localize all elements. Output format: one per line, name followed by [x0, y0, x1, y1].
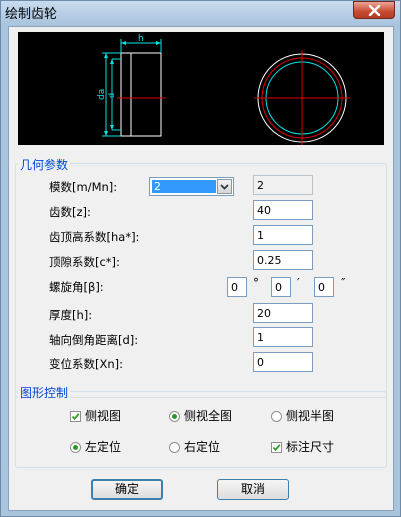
addendum-coef-input[interactable]: 1: [253, 225, 313, 245]
clearance-coef-label: 顶隙系数[c*]:: [49, 255, 120, 269]
shift-coef-label: 变位系数[Xn]:: [49, 357, 124, 371]
left-position-label: 左定位: [85, 440, 122, 454]
title-bar[interactable]: 绘制齿轮: [1, 1, 400, 25]
close-icon: [368, 5, 381, 16]
side-view-checkbox[interactable]: 侧视图: [70, 407, 121, 424]
teeth-label: 齿数[z]:: [49, 205, 91, 219]
cancel-button[interactable]: 取消: [217, 479, 289, 500]
dialog-window: 绘制齿轮 h da d 几何参数 模数[m/Mn]: 2 2 齿数[z]: 40…: [0, 0, 401, 517]
helix-deg-input[interactable]: 0: [227, 277, 247, 297]
checkbox-checked-icon: [271, 442, 282, 453]
thickness-input[interactable]: 20: [253, 303, 313, 323]
clearance-coef-input[interactable]: 0.25: [253, 250, 313, 270]
helix-sec-input[interactable]: 0: [314, 277, 334, 297]
degree-symbol: °: [253, 276, 259, 290]
left-position-radio[interactable]: 左定位: [70, 438, 121, 455]
show-dimensions-checkbox[interactable]: 标注尺寸: [271, 438, 334, 455]
module-select[interactable]: 2: [149, 177, 234, 196]
module-dropdown-button[interactable]: [217, 179, 232, 194]
radio-unselected-icon: [271, 411, 282, 422]
right-position-label: 右定位: [184, 440, 221, 454]
gear-preview: h da d: [18, 32, 384, 146]
radio-selected-icon: [169, 411, 180, 422]
side-half-radio[interactable]: 侧视半图: [271, 407, 334, 424]
module-select-value: 2: [152, 180, 216, 193]
radio-unselected-icon: [169, 442, 180, 453]
dim-h-text: h: [138, 34, 144, 44]
window-title: 绘制齿轮: [5, 7, 58, 22]
checkbox-checked-icon: [70, 411, 81, 422]
side-full-radio[interactable]: 侧视全图: [169, 407, 232, 424]
close-button[interactable]: [353, 1, 395, 19]
addendum-coef-label: 齿顶高系数[ha*]:: [49, 230, 140, 244]
show-dimensions-label: 标注尺寸: [286, 440, 335, 454]
shift-coef-input[interactable]: 0: [253, 352, 313, 372]
chamfer-input[interactable]: 1: [253, 327, 313, 347]
graphic-group-label: 图形控制: [18, 384, 71, 401]
dim-da-text: da: [97, 89, 107, 100]
teeth-input[interactable]: 40: [253, 200, 313, 220]
thickness-label: 厚度[h]:: [49, 308, 93, 322]
module-label: 模数[m/Mn]:: [49, 180, 118, 194]
chevron-down-icon: [220, 184, 229, 190]
dim-d-text: d: [107, 93, 116, 98]
right-position-radio[interactable]: 右定位: [169, 438, 220, 455]
side-half-label: 侧视半图: [286, 409, 335, 423]
chamfer-label: 轴向倒角距离[d]:: [49, 333, 139, 347]
second-symbol: ″: [341, 276, 346, 290]
graphic-group: 图形控制: [15, 384, 387, 468]
geometry-group-label: 几何参数: [18, 156, 71, 173]
side-full-label: 侧视全图: [184, 409, 233, 423]
minute-symbol: ′: [297, 276, 300, 290]
ok-button[interactable]: 确定: [91, 479, 163, 500]
side-view-label: 侧视图: [85, 409, 122, 423]
radio-selected-icon: [70, 442, 81, 453]
helix-min-input[interactable]: 0: [271, 277, 291, 297]
module-readout: 2: [253, 175, 313, 195]
dialog-client: h da d 几何参数 模数[m/Mn]: 2 2 齿数[z]: 40 齿顶高系…: [8, 26, 394, 511]
helix-angle-label: 螺旋角[β]:: [49, 280, 104, 294]
